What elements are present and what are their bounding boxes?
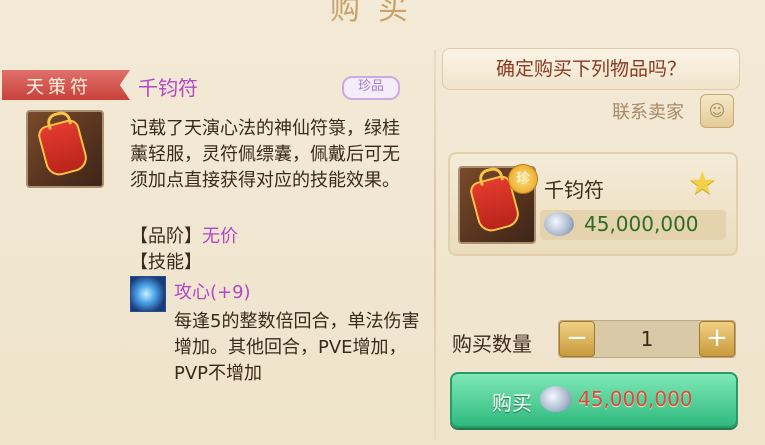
buy-button[interactable]: 购买 45,000,000 <box>450 372 738 428</box>
favorite-star-icon[interactable]: ★ <box>688 164 717 202</box>
rarity-badge: 珍品 <box>342 76 400 100</box>
person-icon: ☺ <box>708 101 726 120</box>
contact-seller-button[interactable]: ☺ <box>700 94 734 128</box>
skill-description: 每逢5的整数倍回合，单法伤害增加。其他回合，PVE增加，PVP不增加 <box>174 311 420 384</box>
buy-label: 购买 <box>492 391 532 415</box>
confirm-prompt: 确定购买下列物品吗？ <box>442 48 740 90</box>
buy-price: 45,000,000 <box>578 387 693 411</box>
silver-coin-icon <box>544 212 574 236</box>
grade-row: 【品阶】无价 <box>130 222 238 248</box>
grade-label: 【品阶】 <box>130 226 202 247</box>
skill-name: 攻心(+9) <box>174 282 251 303</box>
category-ribbon: 天策符 <box>2 70 130 100</box>
skill-icon <box>130 276 166 312</box>
purchase-dialog: 购买 天策符 千钧符 珍品 记载了天演心法的神仙符箓，绿桂薰轻服，灵符佩缥囊，佩… <box>0 0 765 445</box>
divider <box>434 50 436 440</box>
quantity-label: 购买数量 <box>452 332 532 356</box>
item-description: 记载了天演心法的神仙符箓，绿桂薰轻服，灵符佩缥囊，佩戴后可无须加点直接获得对应的… <box>130 118 400 191</box>
skill-label: 【技能】 <box>130 252 202 273</box>
contact-seller-label[interactable]: 联系卖家 <box>612 98 684 124</box>
item-card: 珍 千钧符 ★ 45,000,000 <box>448 152 738 256</box>
decrease-button[interactable]: − <box>559 321 595 357</box>
card-item-name: 千钧符 <box>544 178 604 202</box>
purchase-panel: 确定购买下列物品吗？ 联系卖家 ☺ 珍 千钧符 ★ 45,000,000 购买数… <box>442 46 742 445</box>
charm-icon <box>35 117 91 179</box>
dialog-title: 购买 <box>330 0 426 24</box>
item-name: 千钧符 <box>138 76 198 100</box>
grade-value: 无价 <box>202 226 238 247</box>
increase-button[interactable]: + <box>699 321 735 357</box>
card-item-icon: 珍 <box>458 164 538 244</box>
item-icon <box>26 110 104 188</box>
price-bar: 45,000,000 <box>540 210 726 240</box>
item-price: 45,000,000 <box>584 212 699 236</box>
category-label: 天策符 <box>26 77 92 98</box>
item-detail-panel: 天策符 千钧符 珍品 记载了天演心法的神仙符箓，绿桂薰轻服，灵符佩缥囊，佩戴后可… <box>0 58 430 445</box>
title-strip: 购买 <box>0 0 765 24</box>
quantity-value[interactable]: 1 <box>599 321 695 357</box>
rare-badge: 珍 <box>508 164 538 194</box>
quantity-stepper: − 1 + <box>558 320 736 358</box>
silver-coin-icon <box>540 386 572 412</box>
